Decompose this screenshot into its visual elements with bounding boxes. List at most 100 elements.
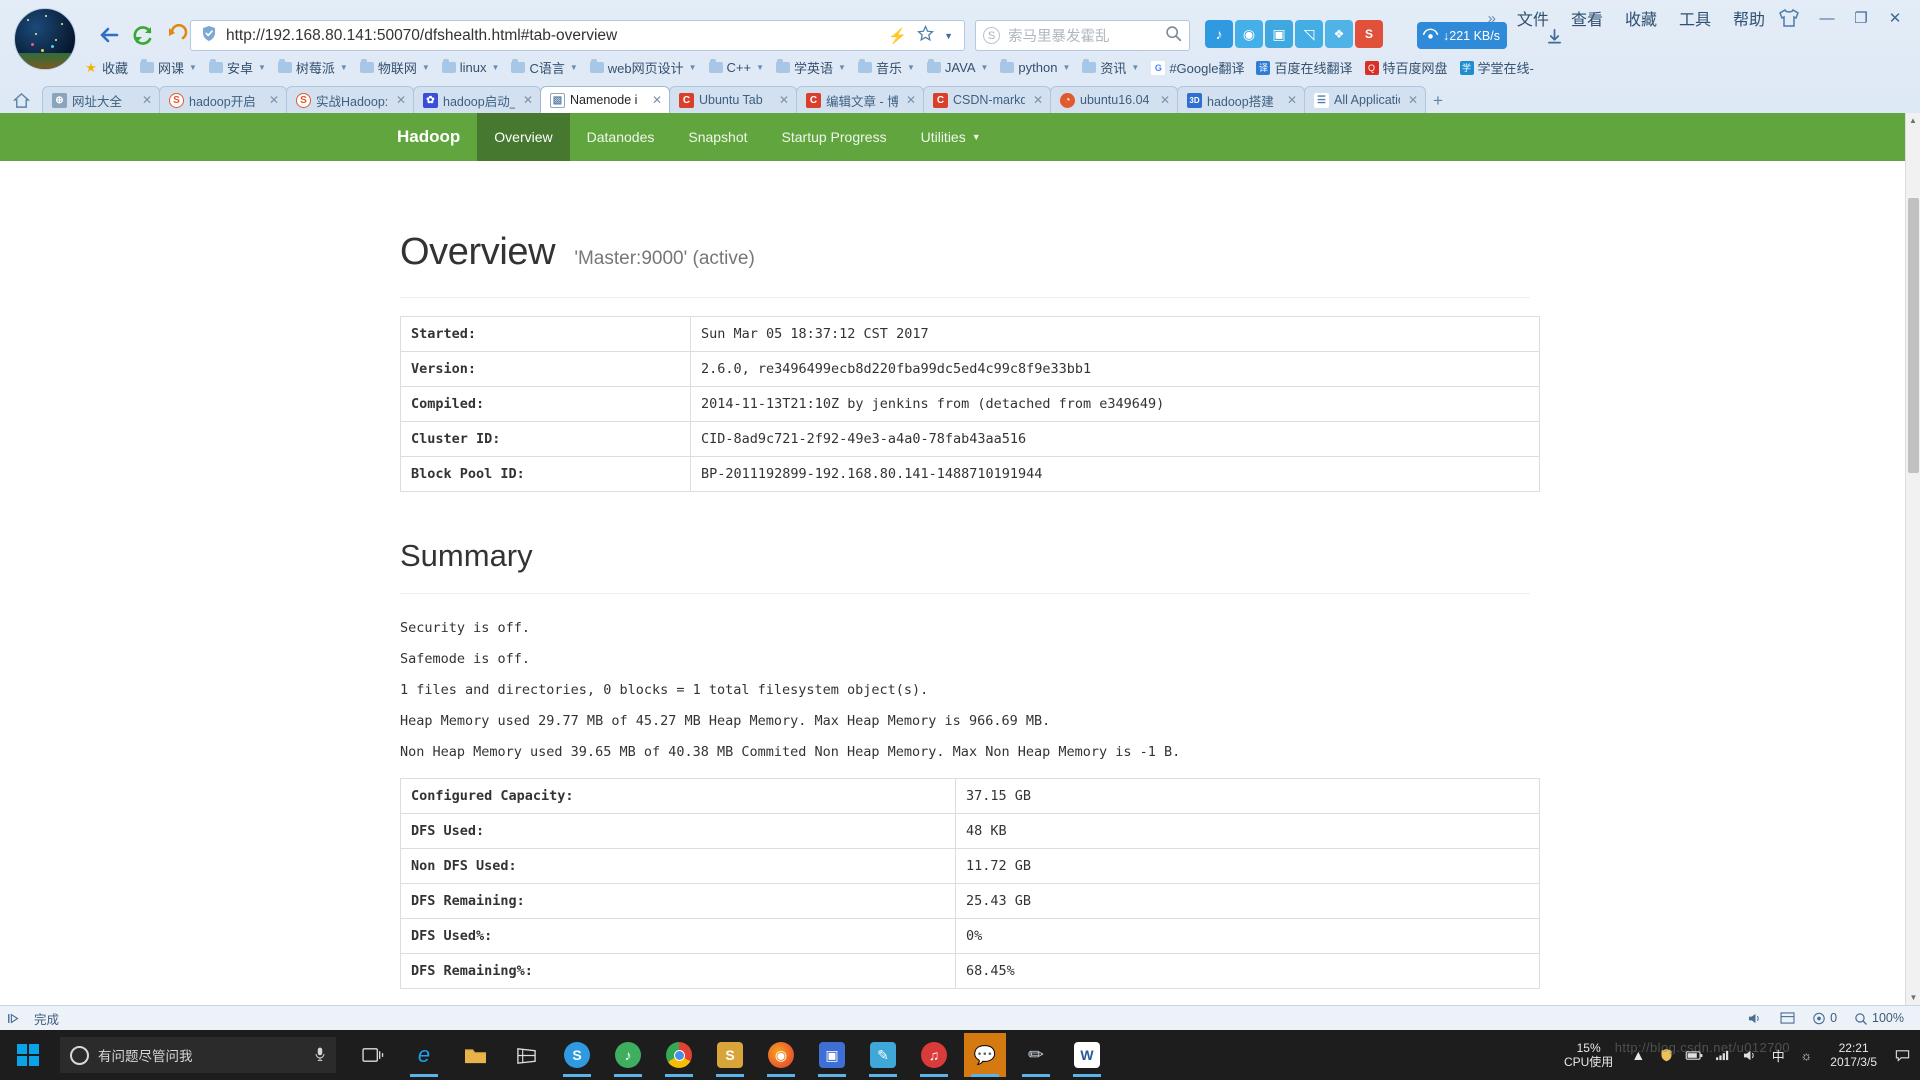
back-arrow-icon[interactable]	[92, 18, 126, 52]
bookmark-item[interactable]: G #Google翻译	[1145, 57, 1250, 78]
close-icon[interactable]: ✕	[649, 93, 662, 107]
browser-tab[interactable]: S 实战Hadoop: ✕	[286, 86, 414, 113]
firefox-icon[interactable]: ◉	[760, 1033, 802, 1077]
bookmark-item[interactable]: C++ ▼	[703, 58, 771, 77]
bookmark-item[interactable]: 树莓派 ▼	[272, 57, 354, 78]
notification-icon[interactable]	[1888, 1049, 1916, 1062]
search-icon[interactable]	[1165, 25, 1182, 47]
media-play-icon[interactable]	[0, 1012, 28, 1025]
bookmark-item[interactable]: C语言 ▼	[505, 57, 583, 78]
scrollbar-thumb[interactable]	[1908, 198, 1919, 473]
bookmark-item[interactable]: python ▼	[994, 58, 1076, 77]
ime-mode-icon[interactable]: ☼	[1793, 1048, 1819, 1063]
paint-tool-icon[interactable]: ✏	[1015, 1033, 1057, 1077]
search-input[interactable]: 索马里暴发霍乱	[1008, 25, 1165, 46]
bookmark-item[interactable]: 学英语 ▼	[770, 57, 852, 78]
chevron-down-icon[interactable]: ▼	[1906, 990, 1920, 1005]
close-button[interactable]: ✕	[1878, 6, 1912, 30]
bookmark-item[interactable]: web网页设计 ▼	[584, 57, 703, 78]
shield-red-icon[interactable]: S	[1355, 20, 1383, 48]
volume-icon[interactable]	[1737, 1049, 1763, 1062]
browser-tab[interactable]: C 编辑文章 - 博 ✕	[796, 86, 924, 113]
gamepad-icon[interactable]: ◹	[1295, 20, 1323, 48]
lightning-icon[interactable]: ⚡	[883, 27, 912, 45]
bookmark-item[interactable]: 音乐 ▼	[852, 57, 921, 78]
close-icon[interactable]: ✕	[776, 93, 789, 107]
chevron-up-icon[interactable]: ▲	[1625, 1047, 1651, 1063]
chevron-down-icon[interactable]: ▼	[939, 31, 958, 41]
vmware-icon[interactable]: ▣	[811, 1033, 853, 1077]
bookmark-item[interactable]: 网课 ▼	[134, 57, 203, 78]
browser-tab[interactable]: S hadoop开启 ✕	[159, 86, 287, 113]
browser-tab[interactable]: 3D hadoop搭建 ✕	[1177, 86, 1305, 113]
close-icon[interactable]: ✕	[266, 93, 279, 107]
sogou-browser-icon[interactable]: S	[556, 1033, 598, 1077]
netease-music-icon[interactable]: ♪	[607, 1033, 649, 1077]
network-speed-badge[interactable]: ↓221 KB/s	[1417, 22, 1507, 49]
menu-item-view[interactable]: 查看	[1560, 4, 1614, 32]
browser-tab[interactable]: ◔ ubuntu16.04 ✕	[1050, 86, 1178, 113]
close-icon[interactable]: ✕	[1030, 93, 1043, 107]
file-explorer-icon[interactable]	[454, 1033, 496, 1077]
battery-icon[interactable]	[1681, 1050, 1707, 1061]
netease-cloud-icon[interactable]: ♫	[913, 1033, 955, 1077]
nav-tab-utilities[interactable]: Utilities ▼	[904, 113, 998, 161]
microphone-icon[interactable]	[314, 1046, 326, 1065]
nav-tab-startup-progress[interactable]: Startup Progress	[765, 113, 904, 161]
store-icon[interactable]	[505, 1033, 547, 1077]
bookmark-item[interactable]: JAVA ▼	[921, 58, 995, 77]
shirt-icon[interactable]	[1776, 7, 1802, 29]
task-view-icon[interactable]	[352, 1033, 394, 1077]
bookmark-item[interactable]: 物联网 ▼	[354, 57, 436, 78]
maximize-button[interactable]: ❐	[1844, 6, 1878, 30]
volume-icon[interactable]	[1739, 1012, 1771, 1025]
close-icon[interactable]: ✕	[520, 93, 533, 107]
home-icon[interactable]	[0, 87, 42, 113]
screenshot-tool-icon[interactable]: ✎	[862, 1033, 904, 1077]
close-icon[interactable]: ✕	[1284, 93, 1297, 107]
browser-tab[interactable]: ☰ All Applicatio ✕	[1304, 86, 1426, 113]
chrome-icon[interactable]	[658, 1033, 700, 1077]
star-icon[interactable]	[912, 24, 939, 46]
messenger-icon[interactable]: 💬	[964, 1033, 1006, 1077]
reload-icon[interactable]	[126, 18, 160, 52]
browser-tab[interactable]: C CSDN-markd ✕	[923, 86, 1051, 113]
clock[interactable]: 22:21 2017/3/5	[1821, 1041, 1886, 1070]
bookmark-item[interactable]: ★ 收藏	[78, 57, 134, 78]
undo-arrow-icon[interactable]	[160, 18, 194, 52]
browser-tab[interactable]: ✿ hadoop启动_ ✕	[413, 86, 541, 113]
browser-tab[interactable]: C Ubuntu Tab ✕	[669, 86, 797, 113]
search-box[interactable]: S 索马里暴发霍乱	[975, 20, 1190, 51]
close-icon[interactable]: ✕	[1405, 93, 1418, 107]
avatar[interactable]	[14, 8, 76, 70]
close-icon[interactable]: ✕	[139, 93, 152, 107]
sublime-icon[interactable]: S	[709, 1033, 751, 1077]
menu-item-favorites[interactable]: 收藏	[1614, 4, 1668, 32]
close-icon[interactable]: ✕	[393, 93, 406, 107]
zoom-level[interactable]: 100%	[1846, 1011, 1912, 1025]
edge-icon[interactable]: e	[403, 1033, 445, 1077]
bookmark-item[interactable]: 译百度在线翻译	[1250, 57, 1358, 78]
download-arrow-icon[interactable]	[1540, 22, 1568, 50]
minimize-button[interactable]: —	[1810, 6, 1844, 30]
address-bar[interactable]: http://192.168.80.141:50070/dfshealth.ht…	[190, 20, 965, 51]
nav-tab-snapshot[interactable]: Snapshot	[671, 113, 764, 161]
status-badge[interactable]: 0	[1804, 1011, 1845, 1025]
windows-start-icon[interactable]	[0, 1030, 56, 1080]
close-icon[interactable]: ✕	[1157, 93, 1170, 107]
word-icon[interactable]: W	[1066, 1033, 1108, 1077]
new-tab-button[interactable]: +	[1425, 89, 1451, 113]
ime-icon[interactable]: 中	[1765, 1046, 1791, 1065]
network-icon[interactable]	[1709, 1049, 1735, 1061]
bookmark-item[interactable]: 安卓 ▼	[203, 57, 272, 78]
window-split-icon[interactable]	[1772, 1012, 1803, 1024]
bookmark-item[interactable]: 资讯 ▼	[1076, 57, 1145, 78]
page-scrollbar[interactable]: ▲ ▼	[1905, 113, 1920, 1005]
cortana-search-box[interactable]: 有问题尽管问我	[60, 1037, 336, 1073]
bookmark-item[interactable]: 学学堂在线-	[1454, 57, 1540, 78]
bookmark-item[interactable]: linux ▼	[436, 58, 506, 77]
nav-tab-overview[interactable]: Overview	[477, 113, 570, 161]
headphones-icon[interactable]: ♪	[1205, 20, 1233, 48]
nav-tab-datanodes[interactable]: Datanodes	[570, 113, 672, 161]
bookmark-item[interactable]: Q 特百度网盘	[1359, 57, 1454, 78]
